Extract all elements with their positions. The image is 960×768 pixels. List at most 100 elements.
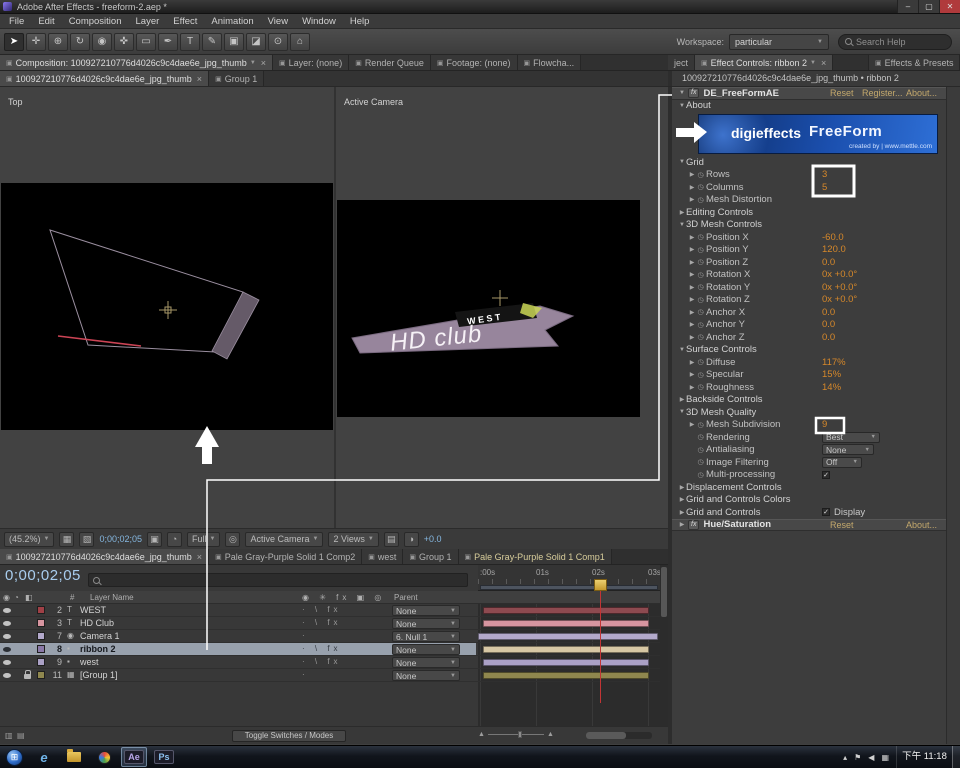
layer-switches[interactable]: · — [302, 670, 309, 679]
effect-row-image-filtering[interactable]: ◷Image FilteringOff▼ — [672, 456, 946, 469]
layer-switches[interactable]: · — [302, 631, 309, 640]
collapse-icon[interactable]: ▼ — [678, 347, 686, 353]
pixel-aspect-icon[interactable]: ▤ — [384, 532, 399, 547]
close-icon[interactable]: × — [261, 58, 266, 68]
region-of-interest-icon[interactable]: ◎ — [225, 532, 240, 547]
property-value[interactable]: 0x +0.0° — [822, 282, 857, 293]
property-dropdown[interactable]: None▼ — [822, 444, 874, 455]
panel-tab-layer-none[interactable]: ▣Layer: (none) — [273, 55, 349, 70]
timeline-horizontal-scrollbar[interactable] — [586, 732, 652, 739]
stopwatch-icon[interactable]: ◷ — [696, 446, 705, 454]
eraser-tool[interactable]: ◪ — [246, 33, 266, 51]
expand-icon[interactable]: ▶ — [678, 396, 686, 403]
expand-icon[interactable]: ▶ — [688, 284, 696, 291]
effect-row-editing-controls[interactable]: ▶Editing Controls — [672, 206, 946, 219]
property-value[interactable]: -60.0 — [822, 232, 844, 243]
pen-tool[interactable]: ✒ — [158, 33, 178, 51]
effect-row-position-z[interactable]: ▶◷Position Z0.0 — [672, 256, 946, 269]
stopwatch-icon[interactable]: ◷ — [696, 321, 705, 329]
time-ruler[interactable]: :00s01s02s03s — [478, 565, 660, 591]
expand-icon[interactable]: ▶ — [688, 196, 696, 203]
viewer-timecode[interactable]: 0;00;02;05 — [99, 534, 142, 544]
hand-tool[interactable]: ✛ — [26, 33, 46, 51]
timeline-bar[interactable] — [478, 633, 658, 640]
property-value[interactable]: 0.0 — [822, 332, 835, 343]
expand-icon[interactable]: ▶ — [688, 334, 696, 341]
effect-row-multi-processing[interactable]: ◷Multi-processing✓ — [672, 469, 946, 482]
work-area-bar[interactable] — [480, 585, 658, 590]
effect-row-rendering[interactable]: ◷RenderingBest▼ — [672, 431, 946, 444]
panel-tab-composition-100927210776d4026c9c4dae6e-jpg-thumb[interactable]: ▣Composition: 100927210776d4026c9c4dae6e… — [0, 55, 273, 70]
effect-row-backside-controls[interactable]: ▶Backside Controls — [672, 394, 946, 407]
effect-row-rotation-y[interactable]: ▶◷Rotation Y0x +0.0° — [672, 281, 946, 294]
menu-help[interactable]: Help — [343, 16, 377, 27]
property-dropdown[interactable]: Off▼ — [822, 457, 862, 468]
collapse-icon[interactable]: ▼ — [678, 409, 686, 415]
close-button[interactable]: ✕ — [939, 0, 960, 13]
parent-dropdown[interactable]: None▼ — [392, 644, 460, 655]
pan-behind-tool[interactable]: ✜ — [114, 33, 134, 51]
internet-explorer-icon[interactable]: e — [31, 747, 57, 767]
expand-icon[interactable]: ▶ — [688, 184, 696, 191]
media-player-icon[interactable] — [91, 747, 117, 767]
expand-icon[interactable]: ▶ — [688, 296, 696, 303]
layer-name[interactable]: HD Club — [80, 618, 114, 628]
after-effects-icon[interactable]: Ae — [121, 747, 147, 767]
expand-icon[interactable]: ▶ — [688, 384, 696, 391]
panel-tab-pale-gray-purple-solid-1-comp1[interactable]: ▣Pale Gray-Purple Solid 1 Comp1 — [459, 549, 612, 564]
layer-switches[interactable]: · \ fx — [302, 605, 342, 614]
menu-file[interactable]: File — [2, 16, 31, 27]
effect-row-anchor-x[interactable]: ▶◷Anchor X0.0 — [672, 306, 946, 319]
layer-row-group-1[interactable]: 11▦[Group 1]·None▼ — [0, 669, 668, 682]
layer-row-west[interactable]: 9▪west· \ fxNone▼ — [0, 656, 668, 669]
property-value[interactable]: 0x +0.0° — [822, 269, 857, 280]
show-desktop-button[interactable] — [952, 746, 960, 768]
layer-row-ribbon-2[interactable]: 8▪ribbon 2· \ fxNone▼ — [0, 643, 668, 656]
shape-tool[interactable]: ▭ — [136, 33, 156, 51]
timeline-zoom-slider[interactable]: ▲▲ — [478, 731, 578, 738]
stopwatch-icon[interactable]: ◷ — [696, 171, 705, 179]
property-value[interactable]: 14% — [822, 382, 841, 393]
stopwatch-icon[interactable]: ◷ — [696, 383, 705, 391]
parent-dropdown[interactable]: None▼ — [392, 618, 460, 629]
axis-mode-button[interactable]: ⌂ — [290, 33, 310, 51]
parent-dropdown[interactable]: 6. Null 1▼ — [392, 631, 460, 642]
label-color-swatch[interactable] — [37, 658, 45, 666]
label-color-swatch[interactable] — [37, 645, 45, 653]
collapse-icon[interactable]: ▼ — [678, 90, 686, 96]
expand-icon[interactable]: ▶ — [688, 321, 696, 328]
panel-tab-pale-gray-purple-solid-1-comp2[interactable]: ▣Pale Gray-Purple Solid 1 Comp2 — [209, 549, 362, 564]
effect-row-displacement-controls[interactable]: ▶Displacement Controls — [672, 481, 946, 494]
current-time-indicator[interactable] — [594, 579, 607, 591]
expand-icon[interactable]: ▶ — [688, 171, 696, 178]
clone-stamp-tool[interactable]: ▣ — [224, 33, 244, 51]
layer-name[interactable]: [Group 1] — [80, 670, 118, 680]
property-value[interactable]: 15% — [822, 369, 841, 380]
reset-link[interactable]: Reset — [830, 88, 854, 98]
panel-tab-west[interactable]: ▣west — [362, 549, 403, 564]
maximize-button[interactable]: ▢ — [918, 0, 939, 13]
expand-icon[interactable]: ▶ — [688, 246, 696, 253]
effect-row-surface-controls[interactable]: ▼Surface Controls — [672, 344, 946, 357]
grid-guides-icon[interactable]: ▦ — [59, 532, 74, 547]
effect-header-de-freeformae[interactable]: ▼fxDE_FreeFormAEResetRegister...About... — [672, 87, 946, 100]
composition-viewer-active-camera[interactable] — [337, 200, 640, 417]
unified-camera-tool[interactable]: ◉ — [92, 33, 112, 51]
label-color-swatch[interactable] — [37, 619, 45, 627]
label-color-swatch[interactable] — [37, 606, 45, 614]
menu-layer[interactable]: Layer — [129, 16, 167, 27]
fast-preview-icon[interactable]: ◑ — [404, 532, 419, 547]
effect-row-rows[interactable]: ▶◷Rows3 — [672, 169, 946, 182]
layer-name-header[interactable]: Layer Name — [90, 593, 134, 602]
zoom-slider-handle[interactable] — [518, 731, 522, 738]
panel-tab-group-1[interactable]: ▣Group 1 — [209, 71, 264, 86]
exposure-value[interactable]: +0.0 — [424, 534, 442, 544]
panel-tab-ject[interactable]: ject — [668, 55, 695, 70]
expand-icon[interactable]: ▶ — [688, 234, 696, 241]
visibility-eye-icon[interactable] — [3, 673, 11, 678]
resolution-select[interactable]: Full ▼ — [187, 532, 220, 547]
timeline-bar[interactable] — [483, 646, 649, 653]
taskbar-clock[interactable]: 下午 11:18 — [896, 746, 952, 768]
folder-icon[interactable] — [61, 747, 87, 767]
magnification-select[interactable]: (45.2%) ▼ — [4, 532, 54, 547]
